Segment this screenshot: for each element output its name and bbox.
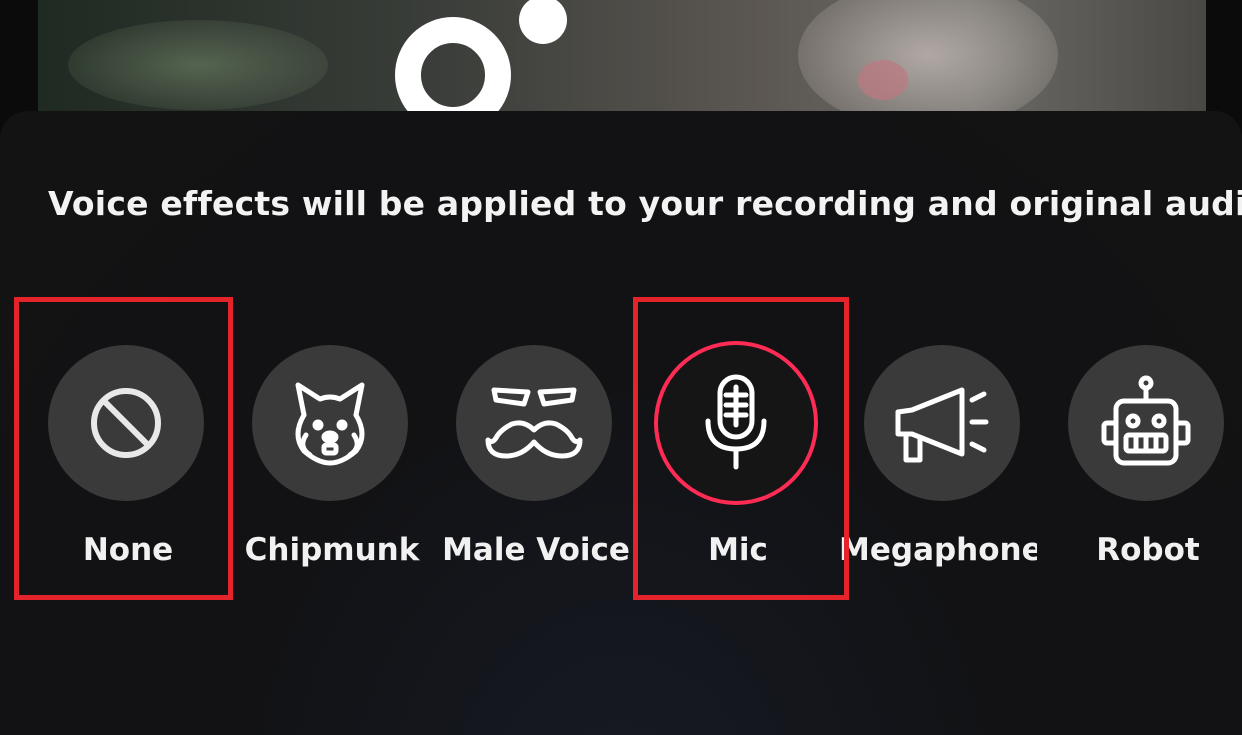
voice-effects-notice: Voice effects will be applied to your re… [48,184,1242,223]
effect-none-button[interactable] [48,345,204,501]
none-icon [91,388,161,458]
effect-megaphone[interactable]: Megaphone [839,345,1049,575]
effect-male-voice-label: Male Voice [442,532,630,568]
megaphone-icon [895,387,989,463]
effect-robot-button[interactable] [1068,345,1224,501]
effect-mic-label: Mic [708,532,768,568]
chipmunk-icon [295,382,365,466]
effect-none[interactable]: None [23,345,233,575]
effect-chipmunk-button[interactable] [252,345,408,501]
microphone-icon [705,374,767,470]
effect-megaphone-label: Megaphone [839,532,1037,568]
effect-robot-label: Robot [1096,532,1200,568]
effect-mic[interactable]: Mic [633,341,843,575]
effect-none-label: None [82,532,174,568]
effect-male-voice[interactable]: Male Voice [431,345,641,575]
mustache-icon [485,387,583,459]
effect-mic-button[interactable] [654,341,818,505]
robot-icon [1101,375,1191,466]
effect-robot[interactable]: Robot [1043,345,1242,575]
sticker-logo-icon [395,0,567,120]
effect-chipmunk-label: Chipmunk [244,532,420,568]
effect-male-voice-button[interactable] [456,345,612,501]
effect-chipmunk[interactable]: Chipmunk [227,345,437,575]
effect-megaphone-button[interactable] [864,345,1020,501]
